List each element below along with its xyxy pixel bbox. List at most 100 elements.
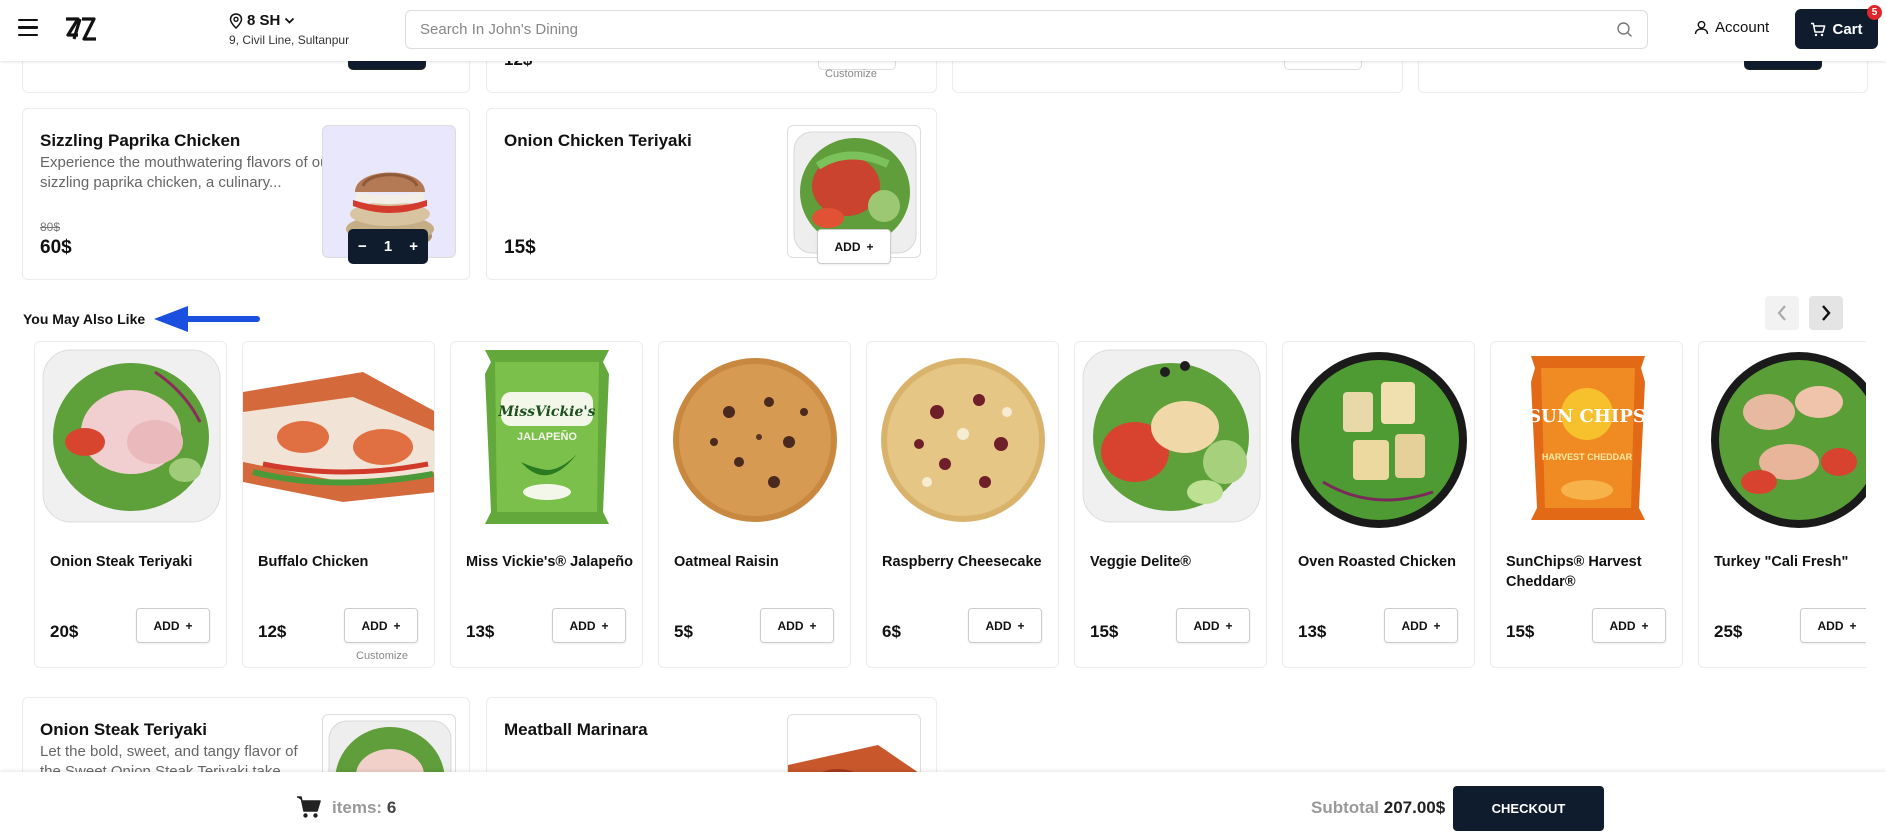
product-name: Raspberry Cheesecake bbox=[882, 554, 1042, 570]
recommendation-card[interactable]: Buffalo Chicken 12$ ADD + Customize bbox=[242, 341, 435, 668]
user-icon bbox=[1694, 20, 1709, 35]
product-name: SunChips® Harvest Cheddar® bbox=[1506, 554, 1642, 590]
annotation-arrow-icon bbox=[154, 306, 260, 332]
recommendation-card[interactable]: SUN CHIPS HARVEST CHEDDAR SunChips® Harv… bbox=[1490, 341, 1683, 668]
chevron-right-icon bbox=[1822, 305, 1831, 321]
items-count: 6 bbox=[386, 798, 397, 817]
plus-icon: + bbox=[1849, 618, 1857, 633]
search-bar[interactable] bbox=[405, 10, 1648, 49]
product-image bbox=[659, 342, 850, 537]
bottom-cart-bar: items: 6 Subtotal 207.00$ CHECKOUT bbox=[0, 772, 1886, 837]
product-price: 15$ bbox=[504, 237, 536, 258]
increment-button[interactable]: + bbox=[409, 238, 418, 255]
product-image bbox=[1075, 342, 1266, 537]
product-image bbox=[1699, 342, 1866, 537]
product-image bbox=[1283, 342, 1474, 537]
bag-flavor-text: HARVEST CHEDDAR bbox=[1542, 452, 1633, 462]
product-card[interactable]: Sizzling Paprika Chicken Experience the … bbox=[22, 108, 470, 280]
product-title: Meatball Marinara bbox=[504, 720, 648, 739]
product-price: 12$ bbox=[258, 622, 287, 641]
product-name: Buffalo Chicken bbox=[258, 554, 369, 570]
plus-icon: + bbox=[1641, 618, 1649, 633]
recommendation-card[interactable]: Oatmeal Raisin 5$ ADD + bbox=[658, 341, 851, 668]
recommendation-card[interactable]: Turkey "Cali Fresh" 25$ ADD + bbox=[1698, 341, 1866, 668]
product-old-price: 80$ bbox=[40, 220, 61, 234]
add-label: ADD bbox=[153, 618, 180, 633]
product-price: 15$ bbox=[1090, 622, 1119, 641]
product-price: 5$ bbox=[674, 622, 693, 641]
carousel-prev-button[interactable] bbox=[1765, 296, 1799, 330]
plus-icon: + bbox=[866, 239, 874, 254]
menu-icon[interactable] bbox=[18, 19, 38, 39]
product-name: Miss Vickie's® Jalapeño bbox=[466, 554, 634, 570]
top-header: 8 SH 9, Civil Line, Sultanpur Account Ca… bbox=[0, 0, 1886, 61]
plus-icon: + bbox=[185, 618, 193, 633]
subtotal-label: Subtotal bbox=[1311, 798, 1379, 817]
add-label: ADD bbox=[777, 618, 804, 633]
add-label: ADD bbox=[1817, 618, 1844, 633]
product-description: Experience the mouthwatering flavors of … bbox=[40, 154, 334, 191]
items-label: items: bbox=[332, 798, 383, 817]
plus-icon: + bbox=[393, 618, 401, 633]
carousel-next-button[interactable] bbox=[1809, 296, 1843, 330]
add-label: ADD bbox=[569, 618, 596, 633]
location-address: 9, Civil Line, Sultanpur bbox=[229, 33, 350, 47]
add-button[interactable]: ADD + bbox=[760, 608, 834, 643]
section-title: You May Also Like bbox=[23, 311, 146, 327]
product-price: 6$ bbox=[882, 622, 901, 641]
cart-button[interactable]: Cart 5 bbox=[1795, 5, 1882, 49]
add-button[interactable]: ADD + bbox=[552, 608, 626, 643]
product-image bbox=[35, 342, 226, 537]
customize-link[interactable]: Customize bbox=[356, 650, 408, 662]
add-label: ADD bbox=[1609, 618, 1636, 633]
recommendation-card[interactable]: Oven Roasted Chicken 13$ ADD + bbox=[1282, 341, 1475, 668]
customize-link[interactable]: Customize bbox=[825, 68, 877, 80]
add-label: ADD bbox=[1193, 618, 1220, 633]
add-button[interactable]: ADD + bbox=[968, 608, 1042, 643]
recommendation-card[interactable]: MissVickie's JALAPEÑO Miss Vickie's® Jal… bbox=[450, 341, 643, 668]
add-button[interactable]: ADD + bbox=[1176, 608, 1250, 643]
product-card[interactable]: Onion Chicken Teriyaki 15$ ADD + bbox=[486, 108, 937, 280]
product-title: Onion Chicken Teriyaki bbox=[504, 131, 692, 150]
add-button[interactable]: ADD + bbox=[136, 608, 210, 643]
add-button[interactable]: ADD + bbox=[1592, 608, 1666, 643]
add-label: ADD bbox=[361, 618, 388, 633]
product-title: Onion Steak Teriyaki bbox=[40, 720, 207, 739]
recommendation-card[interactable]: Raspberry Cheesecake 6$ ADD + bbox=[866, 341, 1059, 668]
plus-icon: + bbox=[1225, 618, 1233, 633]
recommendation-card[interactable]: Onion Steak Teriyaki 20$ ADD + bbox=[34, 341, 227, 668]
product-title: Sizzling Paprika Chicken bbox=[40, 131, 241, 150]
chevron-left-icon bbox=[1777, 305, 1786, 321]
product-name: Onion Steak Teriyaki bbox=[50, 554, 193, 570]
cart-items-summary: items: 6 bbox=[332, 798, 396, 818]
cart-icon[interactable] bbox=[296, 795, 322, 819]
bag-brand-text: SUN CHIPS bbox=[1528, 406, 1646, 427]
quantity-stepper[interactable]: − 1 + bbox=[348, 229, 428, 264]
recommendation-card[interactable]: Veggie Delite® 15$ ADD + bbox=[1074, 341, 1267, 668]
account-button[interactable]: Account bbox=[1694, 19, 1769, 36]
product-name: Oatmeal Raisin bbox=[674, 554, 779, 570]
checkout-button[interactable]: CHECKOUT bbox=[1453, 786, 1604, 831]
cart-icon bbox=[1811, 22, 1826, 36]
product-name: Veggie Delite® bbox=[1090, 554, 1191, 570]
product-price: 60$ bbox=[40, 237, 72, 258]
search-input[interactable] bbox=[420, 21, 1616, 38]
product-price: 13$ bbox=[466, 622, 495, 641]
add-button[interactable]: ADD + bbox=[344, 608, 418, 643]
decrement-button[interactable]: − bbox=[358, 238, 367, 255]
add-button[interactable]: ADD + bbox=[817, 229, 891, 264]
product-name: Turkey "Cali Fresh" bbox=[1714, 554, 1849, 570]
add-button[interactable]: ADD + bbox=[1800, 608, 1866, 643]
location-selector[interactable]: 8 SH 9, Civil Line, Sultanpur bbox=[229, 12, 349, 47]
product-price: 20$ bbox=[50, 622, 79, 641]
product-name: Oven Roasted Chicken bbox=[1298, 554, 1456, 570]
add-label: ADD bbox=[1401, 618, 1428, 633]
search-icon[interactable] bbox=[1616, 21, 1633, 38]
location-title: 8 SH bbox=[247, 12, 281, 29]
chevron-down-icon bbox=[285, 17, 295, 24]
plus-icon: + bbox=[1433, 618, 1441, 633]
add-button[interactable]: ADD + bbox=[1384, 608, 1458, 643]
quantity-value: 1 bbox=[383, 238, 393, 255]
product-image bbox=[867, 342, 1058, 537]
brand-logo[interactable] bbox=[64, 13, 98, 45]
